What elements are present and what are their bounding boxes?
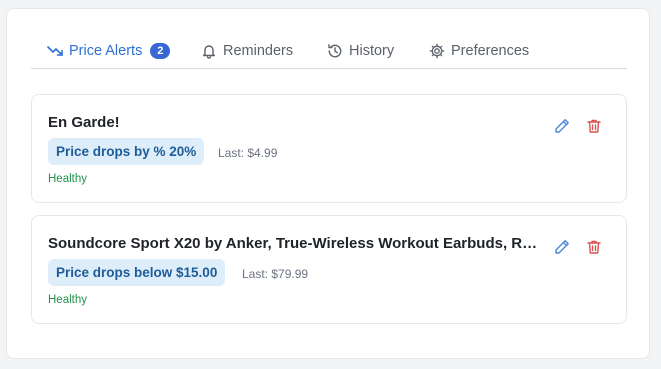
alert-title: En Garde! [48,114,120,131]
edit-button[interactable] [552,239,572,259]
delete-button[interactable] [584,118,604,138]
trash-icon [586,239,602,260]
alert-title: Soundcore Sport X20 by Anker, True-Wirel… [48,235,544,252]
delete-button[interactable] [584,239,604,259]
tab-label: History [349,43,395,59]
tab-label: Reminders [223,43,294,59]
status-badge: Healthy [48,294,87,306]
tab-preferences[interactable]: Preferences [429,41,529,61]
trend-down-icon [47,43,63,59]
tab-bar: Price Alerts 2 Reminders History Prefere… [31,9,627,69]
last-price: Last: $79.99 [242,267,309,281]
gear-icon [429,43,445,59]
tab-price-alerts[interactable]: Price Alerts 2 [47,41,171,61]
status-badge: Healthy [48,173,87,185]
history-icon [327,43,343,59]
trash-icon [586,118,602,139]
alert-count-badge: 2 [150,43,171,59]
alert-condition-badge: Price drops by % 20% [48,138,205,165]
bell-icon [201,43,217,59]
tab-label: Price Alerts [69,43,143,59]
pencil-icon [554,118,570,139]
tab-history[interactable]: History [327,41,394,61]
last-price: Last: $4.99 [218,146,278,160]
pencil-icon [554,239,570,260]
price-alerts-panel: Price Alerts 2 Reminders History Prefere… [6,8,650,359]
tab-label: Preferences [451,43,530,59]
alert-condition-badge: Price drops below $15.00 [48,259,226,286]
edit-button[interactable] [552,118,572,138]
alert-card: En Garde! Price drops by % 20% Last: $4.… [31,94,627,203]
alert-card: Soundcore Sport X20 by Anker, True-Wirel… [31,215,627,324]
tab-reminders[interactable]: Reminders [201,41,293,61]
